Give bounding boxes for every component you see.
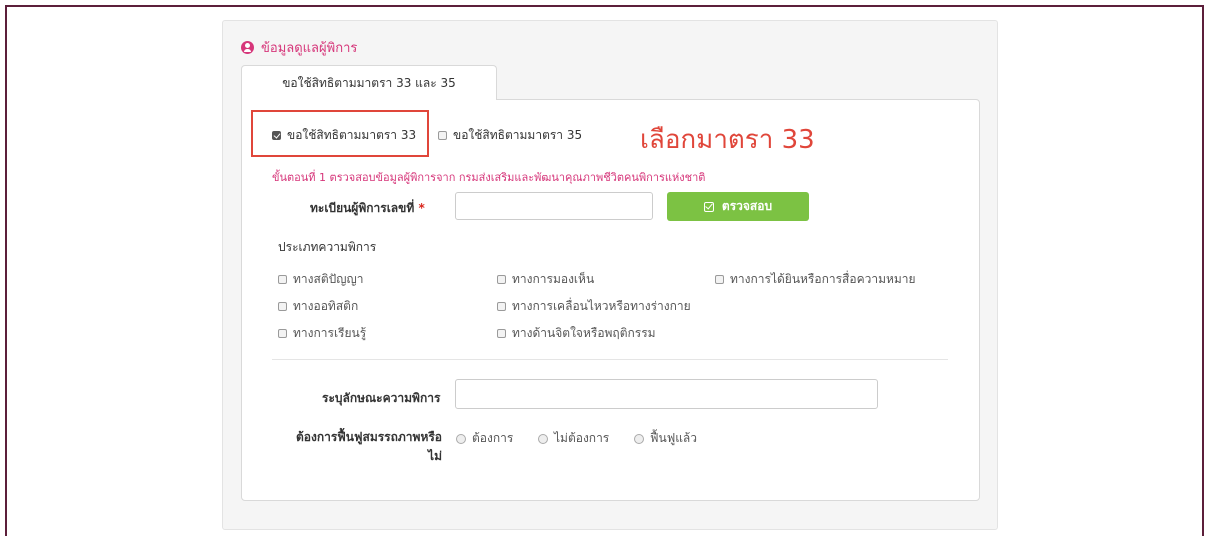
required-mark: * <box>418 201 425 215</box>
disability-type-label: ทางสติปัญญา <box>293 272 364 286</box>
disability-type-checkbox[interactable] <box>497 329 506 338</box>
disability-type-label: ทางการเรียนรู้ <box>293 326 367 340</box>
characteristics-input[interactable] <box>455 379 878 409</box>
disability-type-label: ทางการเคลื่อนไหวหรือทางร่างกาย <box>512 299 691 313</box>
disability-type-checkbox[interactable] <box>497 275 506 284</box>
verify-button[interactable]: ตรวจสอบ <box>667 192 809 221</box>
disability-type-checkbox[interactable] <box>278 275 287 284</box>
rehab-option-label: ฟื้นฟูแล้ว <box>650 431 698 445</box>
disability-type-label: ทางการได้ยินหรือการสื่อความหมาย <box>730 272 916 286</box>
disability-types-label: ประเภทความพิการ <box>278 240 377 254</box>
disability-type-label: ทางด้านจิตใจหรือพฤติกรรม <box>512 326 656 340</box>
step1-text: ขั้นตอนที่ 1 ตรวจสอบข้อมูลผู้พิการจาก กร… <box>272 171 706 184</box>
rehab-radio[interactable] <box>538 433 548 444</box>
check-square-icon <box>703 201 714 212</box>
registration-input[interactable] <box>455 192 653 220</box>
disability-type-item[interactable]: ทางการมองเห็น <box>497 270 594 289</box>
rights-35-label: ขอใช้สิทธิตามมาตรา 35 <box>453 128 583 142</box>
disability-type-label: ทางออทิสติก <box>293 299 359 313</box>
rehab-option-want[interactable]: ต้องการ <box>456 429 513 448</box>
characteristics-label: ระบุลักษณะความพิการ <box>322 391 441 405</box>
disability-type-checkbox[interactable] <box>497 302 506 311</box>
disability-type-item[interactable]: ทางด้านจิตใจหรือพฤติกรรม <box>497 324 656 343</box>
rehab-option-label: ไม่ต้องการ <box>554 431 610 445</box>
highlight-box <box>251 110 429 157</box>
tab-rights-33-35[interactable]: ขอใช้สิทธิตามมาตรา 33 และ 35 <box>241 65 497 100</box>
rehab-option-label: ต้องการ <box>472 431 514 445</box>
section-title: ข้อมูลดูแลผู้พิการ <box>261 40 358 56</box>
rehab-option-not-want[interactable]: ไม่ต้องการ <box>538 429 609 448</box>
disability-type-item[interactable]: ทางการเรียนรู้ <box>278 324 366 343</box>
disability-type-item[interactable]: ทางการได้ยินหรือการสื่อความหมาย <box>715 270 916 289</box>
registration-label: ทะเบียนผู้พิการเลขที่ * <box>310 201 425 215</box>
annotation-text: เลือกมาตรา 33 <box>640 125 815 155</box>
disability-type-item[interactable]: ทางการเคลื่อนไหวหรือทางร่างกาย <box>497 297 691 316</box>
disability-type-item[interactable]: ทางออทิสติก <box>278 297 358 316</box>
verify-button-label: ตรวจสอบ <box>721 199 773 213</box>
rights-35-checkbox[interactable] <box>438 131 447 140</box>
disability-type-item[interactable]: ทางสติปัญญา <box>278 270 363 289</box>
disability-type-label: ทางการมองเห็น <box>512 272 595 286</box>
rehab-radio[interactable] <box>456 433 466 444</box>
rehab-label: ต้องการฟื้นฟูสมรรถภาพหรือ ไม่ <box>295 430 442 463</box>
rehab-radio[interactable] <box>634 433 644 444</box>
tab-label: ขอใช้สิทธิตามมาตรา 33 และ 35 <box>282 75 456 90</box>
disability-type-checkbox[interactable] <box>278 329 287 338</box>
section-header: ข้อมูลดูแลผู้พิการ <box>241 37 357 57</box>
disability-type-checkbox[interactable] <box>715 275 724 284</box>
divider <box>272 359 948 360</box>
rights-35-option[interactable]: ขอใช้สิทธิตามมาตรา 35 <box>438 126 582 145</box>
rehab-option-recovered[interactable]: ฟื้นฟูแล้ว <box>634 429 697 448</box>
user-circle-icon <box>241 40 254 54</box>
disability-type-checkbox[interactable] <box>278 302 287 311</box>
